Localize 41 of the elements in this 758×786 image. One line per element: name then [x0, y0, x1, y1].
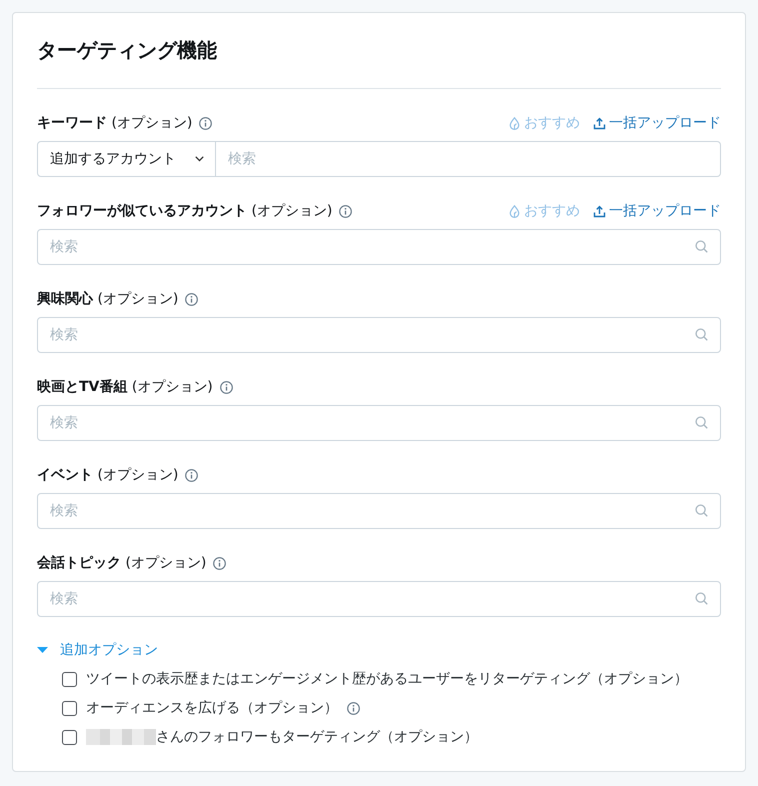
field-label: 会話トピック (オプション) — [37, 554, 206, 572]
search-icon — [695, 240, 708, 253]
info-icon[interactable] — [339, 204, 352, 218]
info-icon[interactable] — [185, 468, 198, 482]
field-label: フォロワーが似ているアカウント (オプション) — [37, 202, 332, 220]
upload-icon — [593, 204, 606, 218]
search-field[interactable]: 検索 — [37, 229, 721, 265]
checkbox[interactable] — [62, 700, 77, 716]
search-icon — [695, 416, 708, 429]
search-field[interactable]: 検索 — [37, 493, 721, 529]
section-title: ターゲティング機能 — [37, 37, 217, 64]
search-field[interactable]: 検索 — [37, 581, 721, 617]
option-label: ツイートの表示歴またはエンゲージメント歴があるユーザーをリターゲティング（オプション） — [86, 670, 688, 688]
field-label: イベント (オプション) — [37, 466, 178, 484]
info-icon[interactable] — [347, 702, 360, 714]
search-icon — [695, 504, 708, 517]
checkbox[interactable] — [62, 672, 77, 686]
search-field[interactable]: 検索 — [216, 141, 721, 177]
upload-icon — [593, 116, 606, 130]
search-icon — [695, 328, 708, 341]
drop-icon — [508, 116, 521, 130]
option-label: さんのフォロワーもターゲティング（オプション） — [156, 728, 478, 746]
more-options-toggle[interactable]: 追加オプション — [37, 641, 158, 659]
option-label: オーディエンスを広げる（オプション） — [86, 699, 338, 717]
chevron-down-icon — [195, 156, 204, 162]
field-label: 興味関心 (オプション) — [37, 290, 178, 308]
checkbox[interactable] — [62, 730, 77, 744]
triangle-icon — [37, 647, 48, 653]
info-icon[interactable] — [199, 116, 212, 130]
search-icon — [695, 592, 708, 605]
field-label: キーワード (オプション) — [37, 114, 192, 132]
info-icon[interactable] — [185, 292, 198, 306]
bulk-upload-link[interactable]: 一括アップロード — [593, 202, 721, 220]
info-icon[interactable] — [220, 380, 233, 394]
drop-icon — [508, 204, 521, 218]
search-field[interactable]: 検索 — [37, 405, 721, 441]
account-type-dropdown[interactable]: 追加するアカウント — [37, 141, 216, 177]
field-label: 映画とTV番組 (オプション) — [37, 378, 213, 396]
bulk-upload-link[interactable]: 一括アップロード — [593, 114, 721, 132]
search-field[interactable]: 検索 — [37, 317, 721, 353]
info-icon[interactable] — [213, 556, 226, 570]
